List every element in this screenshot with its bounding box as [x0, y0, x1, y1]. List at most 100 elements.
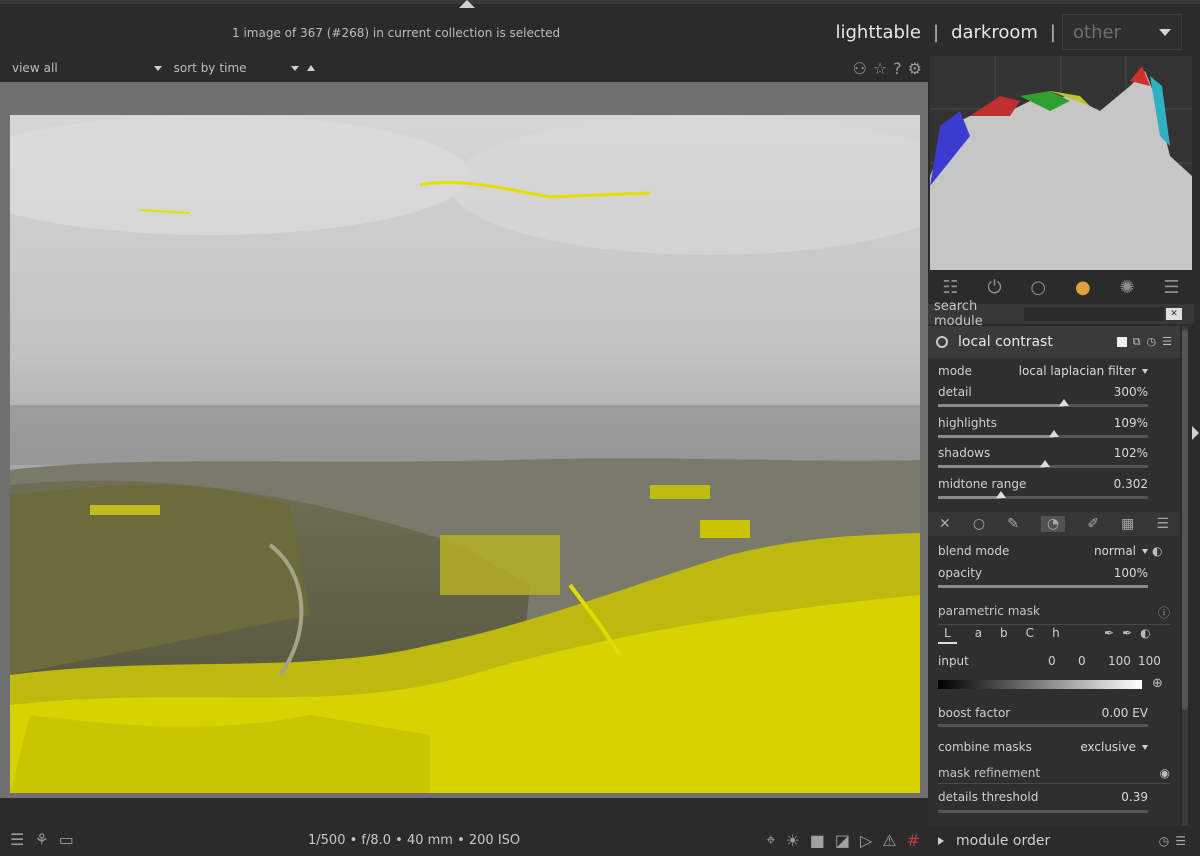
multi-instance-icon[interactable]: ⧉: [1133, 335, 1141, 349]
local-contrast-module: local contrast ⧉ ◷ ☰ mode local laplacia…: [928, 326, 1180, 856]
second-window-icon[interactable]: ▭: [59, 830, 74, 849]
picker-icon[interactable]: ✒: [1104, 626, 1114, 640]
focus-peaking-icon[interactable]: ⌖: [766, 830, 775, 850]
blend-parametric-icon[interactable]: ◔: [1040, 516, 1066, 532]
histogram[interactable]: [930, 56, 1192, 270]
highlights-slider[interactable]: highlights 109%: [938, 416, 1148, 430]
mode-value: local laplacian filter: [1019, 364, 1148, 378]
detail-knob[interactable]: [1059, 399, 1069, 406]
bulb-icon[interactable]: ☀: [785, 831, 799, 850]
clipping-warning-icon[interactable]: ⚠: [882, 831, 896, 850]
color-wheel-icon[interactable]: ●: [1075, 277, 1091, 298]
bottom-bar: ☰ ⚘ ▭ 1/500 • f/8.0 • 40 mm • 200 ISO ⌖ …: [0, 826, 928, 856]
channel-tab-b[interactable]: b: [1000, 626, 1008, 644]
module-order-section[interactable]: module order ◷ ☰: [928, 826, 1194, 856]
highlights-bar[interactable]: [938, 430, 1148, 438]
highlights-fill: [938, 435, 1054, 438]
power-icon[interactable]: ⏻: [987, 277, 1001, 298]
lighttable-view-link[interactable]: lighttable: [830, 22, 927, 43]
blend-invert-icon[interactable]: ◐: [1152, 544, 1162, 558]
blend-raster-icon[interactable]: ▦: [1121, 516, 1134, 532]
blend-uniform-icon[interactable]: ○: [973, 516, 985, 532]
module-title: local contrast: [958, 334, 1053, 350]
combine-masks-row[interactable]: combine masks exclusive: [938, 740, 1148, 754]
module-order-label: module order: [956, 833, 1051, 849]
combine-masks-value: exclusive: [1080, 740, 1148, 754]
top-panel-toggle-icon[interactable]: [459, 0, 475, 8]
highlights-value: 109%: [1113, 416, 1148, 430]
invert-polarity-icon[interactable]: ◐: [1140, 626, 1150, 640]
help-icon[interactable]: ?: [893, 59, 902, 78]
midtone-range-slider[interactable]: midtone range 0.302: [938, 477, 1148, 491]
details-threshold-slider[interactable]: details threshold 0.39: [938, 790, 1148, 804]
reset-icon[interactable]: ◷: [1159, 834, 1169, 848]
module-power-icon[interactable]: [936, 336, 948, 348]
boost-factor-bar[interactable]: [938, 724, 1148, 727]
opacity-slider[interactable]: opacity 100%: [938, 566, 1148, 580]
info-icon[interactable]: ⓘ: [1158, 604, 1170, 621]
softproof-icon[interactable]: ■: [810, 831, 825, 850]
channel-tabs: L a b C h: [938, 626, 1060, 644]
right-panel-toggle-icon[interactable]: [1192, 426, 1199, 440]
image-canvas[interactable]: [0, 82, 928, 798]
presets-icon[interactable]: ☰: [1175, 834, 1186, 848]
midtone-range-bar[interactable]: [938, 491, 1148, 499]
view-filter-select[interactable]: all: [44, 58, 162, 78]
clear-search-icon[interactable]: ✕: [1166, 308, 1182, 320]
sort-by-select[interactable]: time: [219, 58, 300, 78]
picker-set-icon[interactable]: ✒: [1122, 626, 1132, 640]
midtone-range-fill: [938, 496, 1001, 499]
blend-drawn-parametric-icon[interactable]: ✐: [1087, 516, 1099, 532]
shadows-knob[interactable]: [1040, 460, 1051, 467]
styles-icon[interactable]: ⚘: [34, 830, 48, 849]
gear-icon[interactable]: ⚙: [908, 59, 922, 78]
search-module-input[interactable]: [1024, 307, 1164, 321]
raw-overexposed-icon[interactable]: ▷: [860, 831, 872, 850]
input-gradient-slider[interactable]: [938, 680, 1142, 689]
highlights-knob[interactable]: [1048, 430, 1059, 437]
boost-factor-slider[interactable]: boost factor 0.00 EV: [938, 706, 1148, 720]
blend-off-icon[interactable]: ✕: [939, 516, 951, 532]
blend-drawn-icon[interactable]: ✎: [1007, 516, 1019, 532]
blend-mode-value: normal: [1094, 544, 1148, 558]
blend-mode-row[interactable]: blend mode normal: [938, 544, 1148, 558]
sliders-icon[interactable]: ☷: [942, 277, 958, 298]
details-threshold-bar[interactable]: [938, 810, 1148, 813]
scrollbar-thumb[interactable]: [1182, 330, 1188, 710]
bottom-right-tools: ⌖ ☀ ■ ◪ ▷ ⚠ #: [766, 830, 920, 850]
shadows-value: 102%: [1113, 446, 1148, 460]
darkroom-view-link[interactable]: darkroom: [945, 22, 1044, 43]
sort-direction-icon[interactable]: [307, 65, 316, 71]
shadows-slider[interactable]: shadows 102%: [938, 446, 1148, 460]
guides-icon[interactable]: #: [907, 831, 920, 850]
color-labels-icon[interactable]: ⚇: [852, 59, 866, 78]
add-icon[interactable]: ⊕: [1152, 676, 1163, 691]
blend-menu-icon[interactable]: ☰: [1156, 516, 1169, 532]
midtone-range-knob[interactable]: [996, 491, 1006, 498]
other-views-dropdown[interactable]: other: [1062, 14, 1182, 50]
sort-by-label: sort by: [173, 61, 216, 75]
menu-icon[interactable]: ☰: [10, 830, 24, 849]
module-header[interactable]: local contrast ⧉ ◷ ☰: [928, 326, 1180, 358]
reset-icon[interactable]: ◷: [1147, 335, 1157, 349]
eye-icon[interactable]: ◉: [1160, 766, 1170, 780]
panel-scrollbar[interactable]: [1182, 326, 1188, 856]
channel-tab-a[interactable]: a: [975, 626, 982, 644]
channel-tab-l[interactable]: L: [938, 626, 957, 644]
detail-bar[interactable]: [938, 399, 1148, 407]
hamburger-icon[interactable]: ☰: [1163, 277, 1179, 298]
presets-icon[interactable]: ☰: [1162, 335, 1172, 349]
circle-icon[interactable]: ○: [1030, 277, 1046, 298]
channel-tab-h[interactable]: h: [1052, 626, 1060, 644]
detail-slider[interactable]: detail 300%: [938, 385, 1148, 399]
image-preview[interactable]: [10, 115, 920, 793]
star-icon[interactable]: ☆: [873, 59, 887, 78]
mode-row[interactable]: mode local laplacian filter: [938, 364, 1148, 378]
channel-tab-c[interactable]: C: [1026, 626, 1034, 644]
gamut-check-icon[interactable]: ◪: [835, 831, 850, 850]
picker-icons: ✒ ✒ ◐: [1104, 626, 1151, 640]
opacity-bar[interactable]: [938, 585, 1148, 588]
sort-by-value: time: [219, 61, 247, 75]
shadows-bar[interactable]: [938, 460, 1148, 468]
effects-icon[interactable]: ✺: [1119, 277, 1134, 298]
